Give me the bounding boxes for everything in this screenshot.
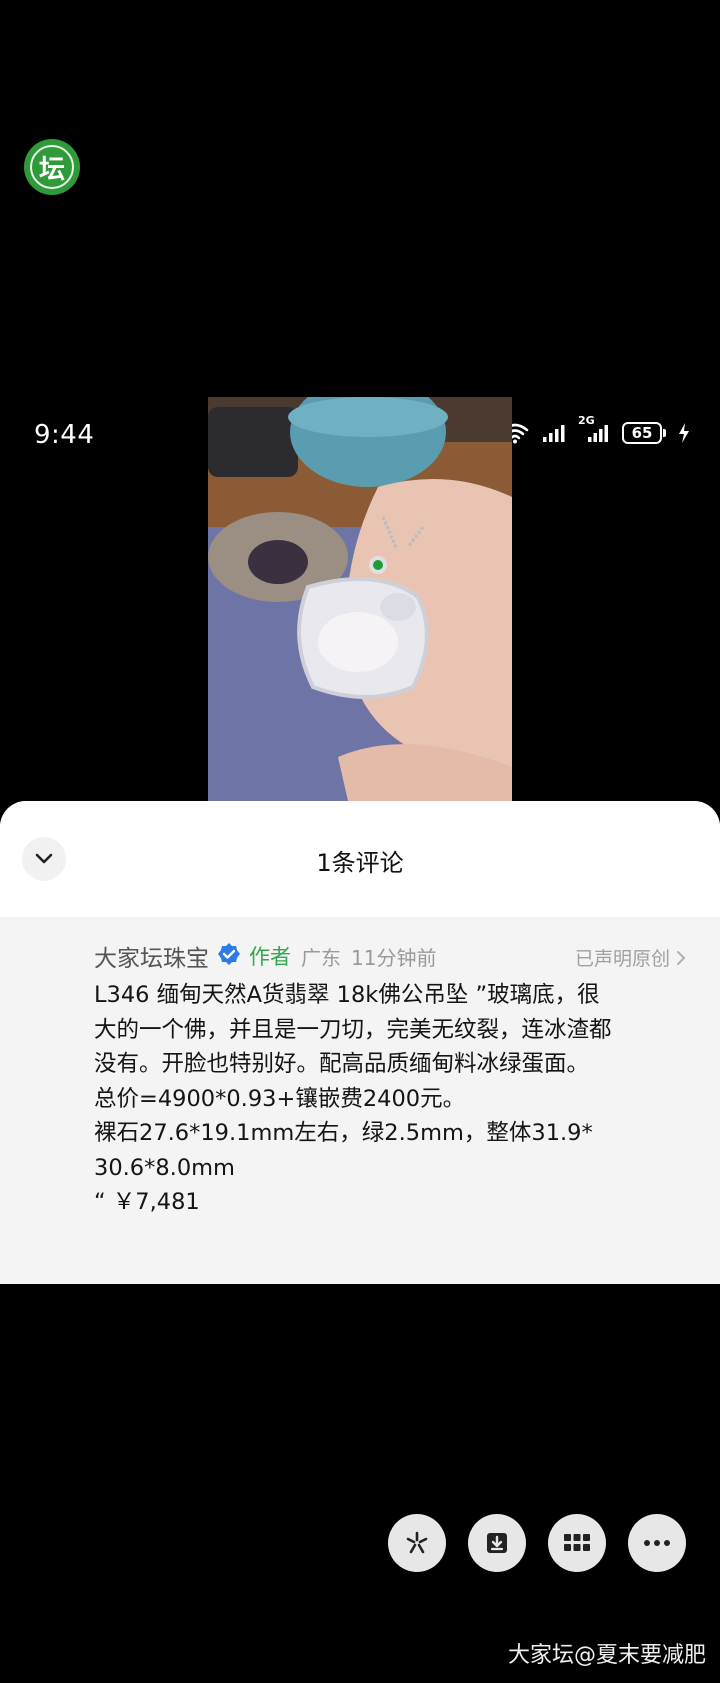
more-icon — [644, 1540, 670, 1546]
network-label: 2G — [578, 414, 595, 427]
battery-level: 65 — [622, 422, 662, 444]
comment-line: “ ￥7,481 — [94, 1189, 200, 1215]
author-name[interactable]: 大家坛珠宝 — [94, 939, 209, 973]
comment-meta: 大家坛珠宝 作者 广东 11分钟前 — [94, 939, 436, 973]
spark-button[interactable] — [388, 1514, 446, 1572]
charging-icon — [678, 422, 690, 444]
photo-illustration — [208, 397, 512, 801]
comment-line: L346 缅甸天然A货翡翠 18k佛公吊坠 ”玻璃底，很 — [94, 982, 600, 1008]
comment-body: L346 缅甸天然A货翡翠 18k佛公吊坠 ”玻璃底，很 大的一个佛，并且是一刀… — [94, 978, 706, 1220]
chevron-right-icon — [677, 950, 686, 965]
comment-line: 裸石27.6*19.1mm左右，绿2.5mm，整体31.9* — [94, 1120, 593, 1146]
declared-label: 已声明原创 — [574, 948, 670, 970]
download-button[interactable] — [468, 1514, 526, 1572]
comment-line: 大的一个佛，并且是一刀切，完美无纹裂，连冰渣都 — [94, 1016, 612, 1043]
grid-icon — [564, 1534, 590, 1551]
originality-declaration[interactable]: 已声明原创 — [575, 944, 686, 971]
comment-count-title: 1条评论 — [316, 849, 404, 877]
signal-2g-icon: 2G — [578, 414, 610, 443]
sheet-header: 1条评论 — [0, 801, 720, 917]
avatar[interactable]: 坛 — [24, 139, 80, 195]
author-tag: 作者 — [249, 945, 291, 969]
spark-icon — [406, 1531, 428, 1554]
status-time: 9:44 — [34, 420, 95, 450]
watermark: 大家坛@夏末要减肥 — [507, 1643, 706, 1668]
comment-location: 广东 — [301, 945, 341, 970]
comment-line: 30.6*8.0mm — [94, 1154, 235, 1181]
download-icon — [487, 1533, 507, 1553]
battery-icon: 65 — [622, 422, 666, 444]
more-button[interactable] — [628, 1514, 686, 1572]
status-icons: 6 2G 65 — [494, 414, 690, 444]
comment-time: 11分钟前 — [351, 945, 437, 970]
signal-icon — [542, 423, 568, 443]
media-actions — [388, 1514, 686, 1572]
avatar-char: 坛 — [30, 145, 74, 189]
comment-line: 总价=4900*0.93+镶嵌费2400元。 — [94, 1085, 466, 1112]
jade-pendant-photo[interactable] — [208, 397, 512, 801]
grid-button[interactable] — [548, 1514, 606, 1572]
comment-line: 没有。开脸也特别好。配高品质缅甸料冰绿蛋面。 — [94, 1051, 590, 1077]
verified-badge-icon — [217, 942, 241, 970]
